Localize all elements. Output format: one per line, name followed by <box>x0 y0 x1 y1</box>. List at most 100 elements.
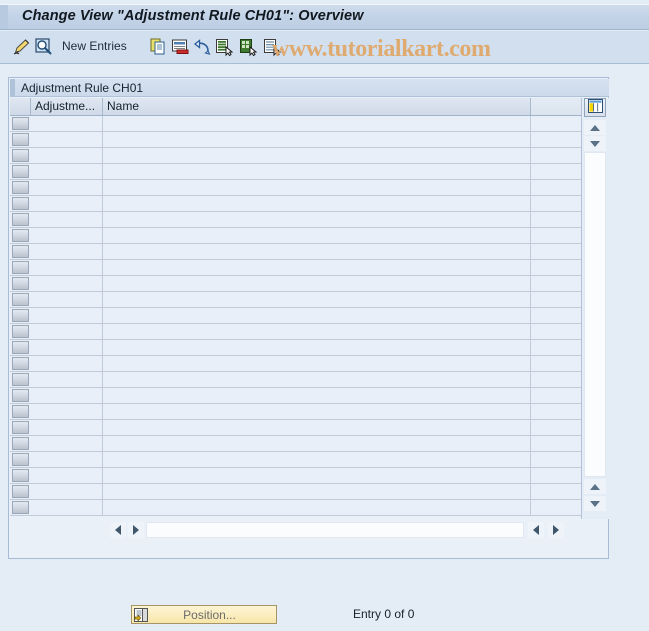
cell-name[interactable] <box>103 148 531 163</box>
table-row[interactable] <box>10 420 581 436</box>
row-select-button[interactable] <box>12 485 29 498</box>
cell-name[interactable] <box>103 388 531 403</box>
cell-name[interactable] <box>103 340 531 355</box>
table-row[interactable] <box>10 148 581 164</box>
row-select-button[interactable] <box>12 437 29 450</box>
cell-adjustment-rule[interactable] <box>31 356 103 371</box>
cell-adjustment-rule[interactable] <box>31 500 103 515</box>
cell-adjustment-rule[interactable] <box>31 324 103 339</box>
vertical-scrollbar[interactable] <box>581 98 609 519</box>
row-select-button[interactable] <box>12 181 29 194</box>
row-select-button[interactable] <box>12 133 29 146</box>
table-settings-button[interactable] <box>584 98 606 117</box>
cell-adjustment-rule[interactable] <box>31 180 103 195</box>
select-all-button[interactable] <box>214 36 234 58</box>
scroll-up-button[interactable] <box>584 120 606 135</box>
cell-name[interactable] <box>103 484 531 499</box>
select-block-button[interactable] <box>238 36 258 58</box>
cell-name[interactable] <box>103 436 531 451</box>
table-row[interactable] <box>10 164 581 180</box>
cell-adjustment-rule[interactable] <box>31 164 103 179</box>
delete-button[interactable] <box>170 36 190 58</box>
cell-name[interactable] <box>103 452 531 467</box>
cell-adjustment-rule[interactable] <box>31 484 103 499</box>
cell-name[interactable] <box>103 292 531 307</box>
table-row[interactable] <box>10 308 581 324</box>
cell-name[interactable] <box>103 324 531 339</box>
row-select-button[interactable] <box>12 261 29 274</box>
cell-adjustment-rule[interactable] <box>31 260 103 275</box>
row-select-button[interactable] <box>12 357 29 370</box>
table-row[interactable] <box>10 228 581 244</box>
row-select-button[interactable] <box>12 469 29 482</box>
table-row[interactable] <box>10 324 581 340</box>
cell-adjustment-rule[interactable] <box>31 116 103 131</box>
change-display-button[interactable] <box>12 36 32 58</box>
cell-adjustment-rule[interactable] <box>31 132 103 147</box>
table-row[interactable] <box>10 276 581 292</box>
cell-adjustment-rule[interactable] <box>31 308 103 323</box>
table-row[interactable] <box>10 116 581 132</box>
cell-adjustment-rule[interactable] <box>31 452 103 467</box>
row-select-button[interactable] <box>12 309 29 322</box>
row-select-button[interactable] <box>12 389 29 402</box>
cell-name[interactable] <box>103 132 531 147</box>
cell-name[interactable] <box>103 404 531 419</box>
scroll-left-button[interactable] <box>110 522 126 538</box>
cell-adjustment-rule[interactable] <box>31 244 103 259</box>
cell-name[interactable] <box>103 228 531 243</box>
scroll-page-down-button[interactable] <box>584 496 606 511</box>
cell-name[interactable] <box>103 356 531 371</box>
table-row[interactable] <box>10 404 581 420</box>
cell-adjustment-rule[interactable] <box>31 228 103 243</box>
cell-name[interactable] <box>103 372 531 387</box>
table-row[interactable] <box>10 244 581 260</box>
cell-adjustment-rule[interactable] <box>31 404 103 419</box>
horizontal-scrollbar[interactable] <box>102 521 581 540</box>
scroll-down-button[interactable] <box>584 136 606 151</box>
table-row[interactable] <box>10 436 581 452</box>
new-entries-button[interactable]: New Entries <box>62 39 127 53</box>
row-select-button[interactable] <box>12 501 29 514</box>
row-select-button[interactable] <box>12 325 29 338</box>
table-row[interactable] <box>10 260 581 276</box>
position-button[interactable]: Position... <box>131 605 277 624</box>
row-select-button[interactable] <box>12 117 29 130</box>
row-select-button[interactable] <box>12 165 29 178</box>
cell-name[interactable] <box>103 180 531 195</box>
display-details-button[interactable] <box>34 36 54 58</box>
cell-name[interactable] <box>103 500 531 515</box>
cell-adjustment-rule[interactable] <box>31 212 103 227</box>
column-header-select-all[interactable] <box>10 98 31 115</box>
cell-name[interactable] <box>103 116 531 131</box>
cell-name[interactable] <box>103 420 531 435</box>
cell-adjustment-rule[interactable] <box>31 468 103 483</box>
scroll-page-up-button[interactable] <box>584 479 606 494</box>
table-row[interactable] <box>10 468 581 484</box>
scroll-page-right-button[interactable] <box>548 522 564 538</box>
cell-name[interactable] <box>103 212 531 227</box>
row-select-button[interactable] <box>12 197 29 210</box>
cell-adjustment-rule[interactable] <box>31 196 103 211</box>
undo-button[interactable] <box>192 36 212 58</box>
row-select-button[interactable] <box>12 277 29 290</box>
table-row[interactable] <box>10 388 581 404</box>
row-select-button[interactable] <box>12 341 29 354</box>
cell-adjustment-rule[interactable] <box>31 372 103 387</box>
row-select-button[interactable] <box>12 453 29 466</box>
table-row[interactable] <box>10 292 581 308</box>
row-select-button[interactable] <box>12 421 29 434</box>
cell-adjustment-rule[interactable] <box>31 436 103 451</box>
cell-name[interactable] <box>103 164 531 179</box>
row-select-button[interactable] <box>12 373 29 386</box>
horizontal-scroll-track[interactable] <box>146 522 524 538</box>
cell-name[interactable] <box>103 308 531 323</box>
scroll-page-left-button[interactable] <box>528 522 544 538</box>
cell-name[interactable] <box>103 276 531 291</box>
copy-as-button[interactable] <box>148 36 168 58</box>
table-row[interactable] <box>10 356 581 372</box>
row-select-button[interactable] <box>12 149 29 162</box>
vertical-scroll-track[interactable] <box>584 152 606 477</box>
cell-adjustment-rule[interactable] <box>31 420 103 435</box>
table-row[interactable] <box>10 196 581 212</box>
